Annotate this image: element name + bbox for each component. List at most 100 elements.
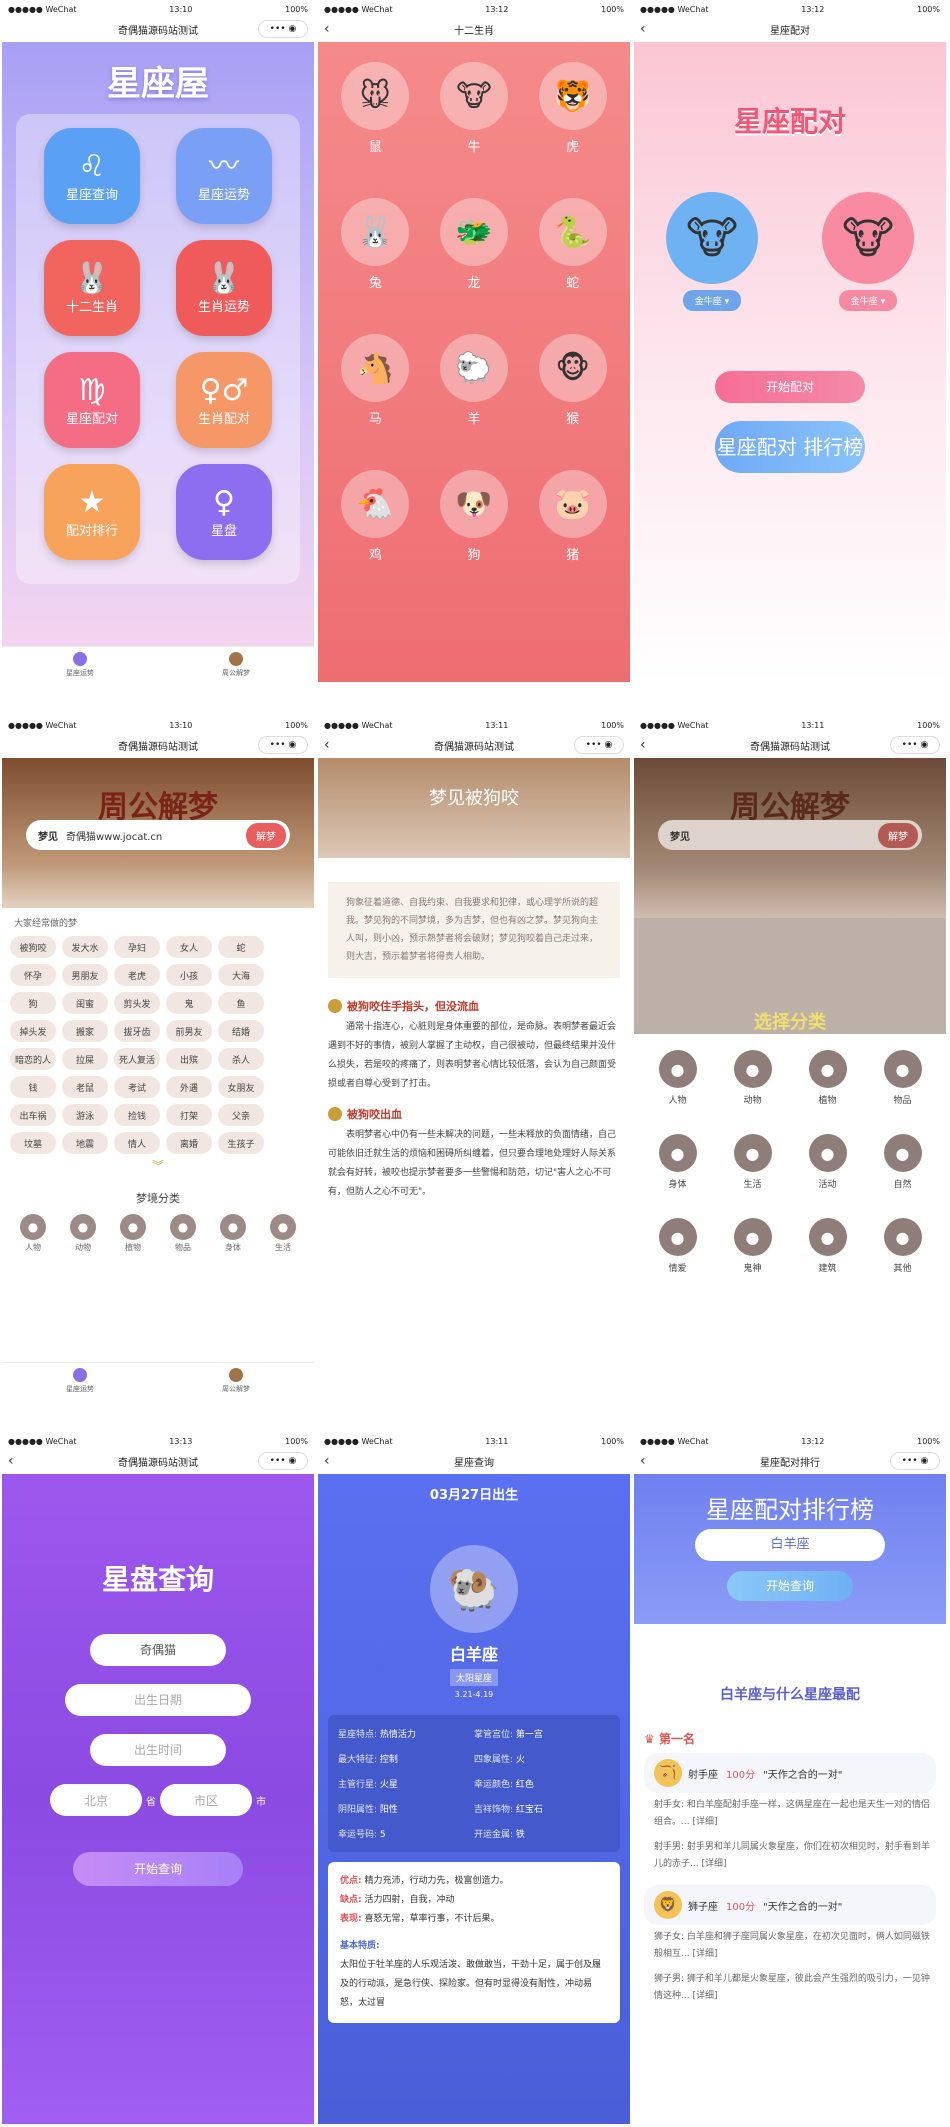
dream-tag[interactable]: 拔牙齿 <box>114 1020 160 1042</box>
app-icon[interactable]: ♍ 星座配对 <box>44 352 140 448</box>
category-item[interactable]: ● 活动 <box>790 1134 865 1218</box>
dream-tag[interactable]: 捡钱 <box>114 1104 160 1126</box>
app-item[interactable]: ♍ 星座配对 <box>26 352 158 464</box>
dream-tag[interactable]: 发大水 <box>62 936 108 958</box>
search-input[interactable]: 奇偶猫www.jocat.cn <box>66 828 246 843</box>
zodiac-item[interactable]: 🐰 兔 <box>326 198 425 334</box>
dream-tag[interactable]: 地震 <box>62 1132 108 1154</box>
app-icon[interactable]: 🐰 生肖运势 <box>176 240 272 336</box>
zodiac-item[interactable]: 🐷 猪 <box>523 470 622 606</box>
match-desc[interactable]: 射手男: 射手男和羊儿同属火象星座，你们在初次相见时，射手看到羊儿的赤子... … <box>634 1835 946 1877</box>
capsule-menu[interactable]: ••• ◉ <box>258 20 308 38</box>
dream-tag[interactable]: 小孩 <box>166 964 212 986</box>
dream-tag[interactable]: 老鼠 <box>62 1076 108 1098</box>
dream-tag[interactable]: 蛇 <box>218 936 264 958</box>
category-item[interactable]: ● 植物 <box>120 1214 146 1253</box>
back-icon[interactable]: ‹ <box>324 1453 330 1469</box>
category-item[interactable]: ● 建筑 <box>790 1218 865 1302</box>
zodiac-item[interactable]: 🐴 马 <box>326 334 425 470</box>
dream-tag[interactable]: 离婚 <box>166 1132 212 1154</box>
tab-dream[interactable]: 周公解梦 <box>158 647 314 682</box>
zodiac-item[interactable]: 🐍 蛇 <box>523 198 622 334</box>
dream-tag[interactable]: 杀人 <box>218 1048 264 1070</box>
match-desc[interactable]: 狮子男: 狮子和羊儿都是火象星座，彼此会产生强烈的吸引力，一见钟情这种... [… <box>634 1967 946 2009</box>
right-sign[interactable]: 🐮 金牛座 ▾ <box>822 192 914 311</box>
match-desc[interactable]: 狮子女: 白羊座和狮子座同属火象星座，在初次见面时，俩人如同磁铁般相互... [… <box>634 1925 946 1967</box>
dream-tag[interactable]: 父亲 <box>218 1104 264 1126</box>
search-button[interactable]: 解梦 <box>878 822 918 848</box>
left-sign[interactable]: 🐮 金牛座 ▾ <box>666 192 758 311</box>
dream-tag[interactable]: 生孩子 <box>218 1132 264 1154</box>
app-item[interactable]: ♌ 星座查询 <box>26 128 158 240</box>
capsule-menu[interactable]: ••• ◉ <box>258 1452 308 1470</box>
dream-tag[interactable]: 外遇 <box>166 1076 212 1098</box>
dream-tag[interactable]: 前男友 <box>166 1020 212 1042</box>
app-icon[interactable]: 〰星座运势 <box>176 128 272 224</box>
match-row[interactable]: 🏹 射手座 100分 "天作之合的一对" <box>644 1753 936 1793</box>
search-button[interactable]: 解梦 <box>246 822 286 848</box>
dream-tag[interactable]: 怀孕 <box>10 964 56 986</box>
dream-tag[interactable]: 男朋友 <box>62 964 108 986</box>
app-item[interactable]: 🐰 生肖运势 <box>158 240 290 352</box>
back-icon[interactable]: ‹ <box>640 737 646 753</box>
category-item[interactable]: ● 物品 <box>865 1050 940 1134</box>
capsule-menu[interactable]: ••• ◉ <box>574 736 624 754</box>
app-icon[interactable]: ★ 配对排行 <box>44 464 140 560</box>
sign-input[interactable]: 白羊座 <box>695 1529 885 1561</box>
back-icon[interactable]: ‹ <box>640 21 646 37</box>
tab-horoscope[interactable]: 星座运势 <box>2 647 158 682</box>
dream-tag[interactable]: 死人复活 <box>114 1048 160 1070</box>
zodiac-item[interactable]: 🐯 虎 <box>523 62 622 198</box>
dream-tag[interactable]: 打架 <box>166 1104 212 1126</box>
match-row[interactable]: 🦁 狮子座 100分 "天作之合的一对" <box>644 1885 936 1925</box>
category-item[interactable]: ● 动物 <box>715 1050 790 1134</box>
dream-tag[interactable]: 狗 <box>10 992 56 1014</box>
province-select[interactable]: 北京 <box>50 1784 142 1816</box>
dream-tag[interactable]: 出车祸 <box>10 1104 56 1126</box>
app-item[interactable]: ♀ 星盘 <box>158 464 290 576</box>
category-item[interactable]: ● 动物 <box>70 1214 96 1253</box>
category-item[interactable]: ● 人物 <box>20 1214 46 1253</box>
capsule-menu[interactable]: ••• ◉ <box>258 736 308 754</box>
dream-tag[interactable]: 掉头发 <box>10 1020 56 1042</box>
category-item[interactable]: ● 人物 <box>640 1050 715 1134</box>
category-item[interactable]: ● 物品 <box>170 1214 196 1253</box>
query-button[interactable]: 开始查询 <box>73 1852 243 1886</box>
category-item[interactable]: ● 自然 <box>865 1134 940 1218</box>
right-sign-select[interactable]: 金牛座 ▾ <box>838 290 898 311</box>
app-item[interactable]: ♀♂ 生肖配对 <box>158 352 290 464</box>
birth-time-input[interactable]: 出生时间 <box>90 1734 226 1766</box>
dream-tag[interactable]: 暗恋的人 <box>10 1048 56 1070</box>
app-icon[interactable]: ♀ 星盘 <box>176 464 272 560</box>
zodiac-item[interactable]: 🐭 鼠 <box>326 62 425 198</box>
app-item[interactable]: ★ 配对排行 <box>26 464 158 576</box>
birth-date-input[interactable]: 出生日期 <box>65 1684 251 1716</box>
dream-tag[interactable]: 拉屎 <box>62 1048 108 1070</box>
dream-tag[interactable]: 坟墓 <box>10 1132 56 1154</box>
dream-tag[interactable]: 大海 <box>218 964 264 986</box>
capsule-menu[interactable]: ••• ◉ <box>890 1452 940 1470</box>
category-item[interactable]: ● 植物 <box>790 1050 865 1134</box>
back-icon[interactable]: ‹ <box>324 737 330 753</box>
dream-tag[interactable]: 剪头发 <box>114 992 160 1014</box>
tab-dream[interactable]: 周公解梦 <box>158 1363 314 1398</box>
dream-tag[interactable]: 结婚 <box>218 1020 264 1042</box>
category-item[interactable]: ● 鬼神 <box>715 1218 790 1302</box>
back-icon[interactable]: ‹ <box>8 1453 14 1469</box>
dream-tag[interactable]: 鱼 <box>218 992 264 1014</box>
match-desc[interactable]: 射手女: 和白羊座配射手座一样，这俩星座在一起也是天生一对的情侣组合。... [… <box>634 1793 946 1835</box>
category-item[interactable]: ● 其他 <box>865 1218 940 1302</box>
name-input[interactable]: 奇偶猫 <box>90 1634 226 1666</box>
category-item[interactable]: ● 生活 <box>715 1134 790 1218</box>
dream-tag[interactable]: 搬家 <box>62 1020 108 1042</box>
expand-icon[interactable]: ︾ <box>2 1157 314 1174</box>
zodiac-item[interactable]: 🐮 牛 <box>425 62 524 198</box>
dream-tag[interactable]: 闺蜜 <box>62 992 108 1014</box>
zodiac-item[interactable]: 🐲 龙 <box>425 198 524 334</box>
rank-button[interactable]: 星座配对 排行榜 <box>715 421 865 473</box>
category-item[interactable]: ● 身体 <box>640 1134 715 1218</box>
category-item[interactable]: ● 身体 <box>220 1214 246 1253</box>
left-sign-select[interactable]: 金牛座 ▾ <box>682 290 742 311</box>
app-item[interactable]: 〰星座运势 <box>158 128 290 240</box>
tab-horoscope[interactable]: 星座运势 <box>2 1363 158 1398</box>
